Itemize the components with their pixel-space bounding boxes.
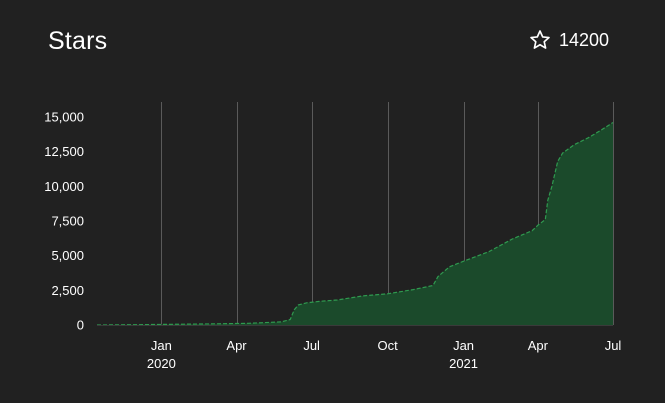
y-tick-label: 12,500	[44, 144, 84, 159]
x-tick-label: Jan	[151, 338, 172, 353]
x-tick-label: Oct	[377, 338, 398, 353]
y-tick-label: 15,000	[44, 110, 84, 125]
x-tick-year-label: 2021	[449, 356, 478, 371]
x-tick-label: Apr	[528, 338, 549, 353]
x-tick-label: Jan	[453, 338, 474, 353]
y-tick-label: 7,500	[51, 214, 84, 229]
y-tick-label: 5,000	[51, 248, 84, 263]
x-tick-year-label: 2020	[147, 356, 176, 371]
stars-card: Stars 14200 0 2,500 5,000 7,500 10,000 12,500…	[0, 0, 665, 403]
y-tick-label: 10,000	[44, 179, 84, 194]
y-tick-label: 0	[77, 318, 84, 333]
x-tick-label: Jul	[605, 338, 622, 353]
x-tick-label: Jul	[303, 338, 320, 353]
x-axis: Jan 2020 Apr Jul Oct Jan 2021 Apr Jul	[147, 338, 621, 371]
x-tick-label: Apr	[226, 338, 247, 353]
series-area	[97, 122, 613, 325]
y-tick-label: 2,500	[51, 283, 84, 298]
area-layer	[96, 121, 614, 326]
y-axis: 0 2,500 5,000 7,500 10,000 12,500 15,000	[44, 110, 84, 333]
stars-area-chart: 0 2,500 5,000 7,500 10,000 12,500 15,000 Jan 20…	[44, 102, 621, 371]
